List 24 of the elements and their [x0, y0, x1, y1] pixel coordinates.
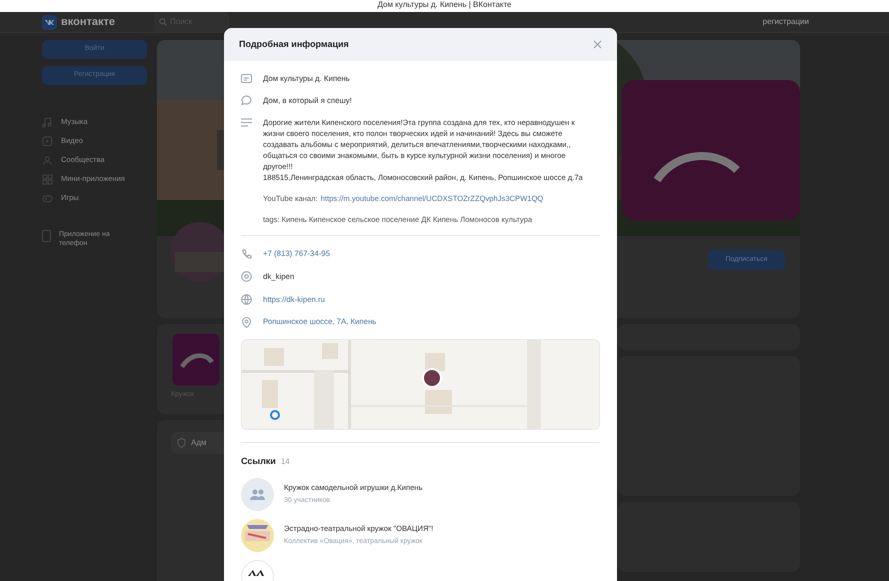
phone-icon	[241, 248, 252, 260]
card-icon	[241, 73, 252, 84]
dialog-title: Подробная информация	[239, 38, 349, 51]
search-icon	[159, 18, 167, 26]
shield-icon	[177, 438, 186, 448]
logo-text[interactable]: вконтакте	[61, 14, 116, 30]
map-pin-icon	[241, 316, 252, 328]
music-note-icon	[42, 116, 53, 128]
browser-title: Дом культуры д. Кипень | ВКонтакте	[377, 0, 512, 9]
close-icon[interactable]	[593, 40, 602, 49]
register-link[interactable]: регистрации	[762, 16, 809, 28]
play-icon	[42, 136, 53, 146]
links-count: 14	[280, 456, 290, 468]
gamepad-icon	[42, 192, 53, 204]
phone-icon	[42, 230, 51, 242]
group-avatar-icon[interactable]	[241, 478, 274, 511]
globe-icon	[241, 294, 252, 306]
admin-label: Адм	[191, 437, 207, 449]
speech-bubble-icon	[241, 95, 252, 106]
lines-icon	[241, 118, 252, 128]
section-title: Ссылки	[241, 455, 276, 468]
person-icon	[42, 154, 53, 166]
grid-icon	[42, 174, 53, 184]
logo-icon[interactable]	[42, 14, 57, 30]
